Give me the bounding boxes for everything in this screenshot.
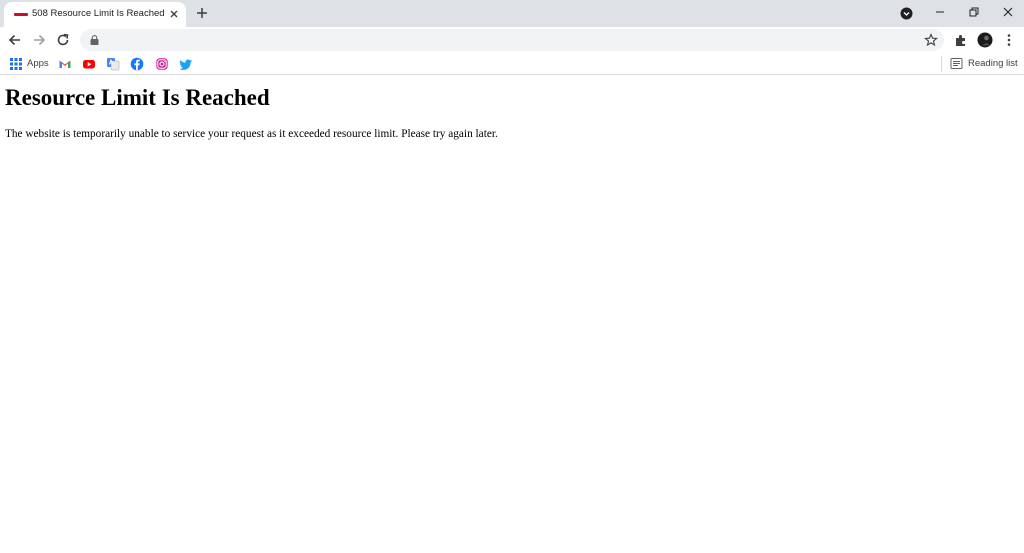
close-tab-icon[interactable] bbox=[168, 8, 180, 20]
extensions-puzzle-icon[interactable] bbox=[953, 32, 969, 48]
reading-list-label[interactable]: Reading list bbox=[968, 58, 1018, 69]
minimize-icon[interactable] bbox=[934, 6, 946, 18]
forward-arrow-icon[interactable] bbox=[31, 32, 47, 48]
address-bar[interactable] bbox=[80, 29, 944, 51]
red-logo-favicon-icon bbox=[14, 13, 28, 16]
menu-kebab-icon[interactable] bbox=[1001, 32, 1017, 48]
browser-toolbar bbox=[0, 27, 1024, 53]
twitter-icon[interactable] bbox=[179, 57, 193, 71]
active-tab[interactable]: 508 Resource Limit Is Reached bbox=[4, 2, 186, 27]
youtube-icon[interactable] bbox=[82, 57, 96, 71]
back-arrow-icon[interactable] bbox=[7, 32, 23, 48]
instagram-icon[interactable] bbox=[155, 57, 169, 71]
reload-icon[interactable] bbox=[55, 32, 71, 48]
new-tab-plus-icon[interactable] bbox=[195, 6, 209, 20]
error-message: The website is temporarily unable to ser… bbox=[5, 128, 498, 140]
restore-icon[interactable] bbox=[968, 6, 980, 18]
facebook-icon[interactable] bbox=[130, 57, 144, 71]
profile-avatar-icon[interactable] bbox=[977, 32, 993, 48]
lock-icon[interactable] bbox=[90, 35, 99, 45]
reading-list-icon[interactable] bbox=[950, 57, 963, 70]
window-close-icon[interactable] bbox=[1002, 6, 1014, 18]
google-translate-icon[interactable] bbox=[106, 57, 120, 71]
tab-strip: 508 Resource Limit Is Reached bbox=[0, 0, 1024, 27]
bookmarks-bar: Apps Reading list bbox=[0, 53, 1024, 75]
page-heading: Resource Limit Is Reached bbox=[5, 85, 270, 110]
apps-grid-icon[interactable] bbox=[9, 57, 23, 71]
apps-label[interactable]: Apps bbox=[27, 58, 49, 69]
bookmark-star-icon[interactable] bbox=[924, 33, 938, 47]
tab-title: 508 Resource Limit Is Reached bbox=[32, 8, 165, 19]
gmail-icon[interactable] bbox=[58, 57, 72, 71]
page-content: Resource Limit Is Reached The website is… bbox=[0, 76, 1024, 553]
tab-search-icon[interactable] bbox=[900, 7, 913, 20]
bookmarks-separator bbox=[941, 56, 942, 72]
